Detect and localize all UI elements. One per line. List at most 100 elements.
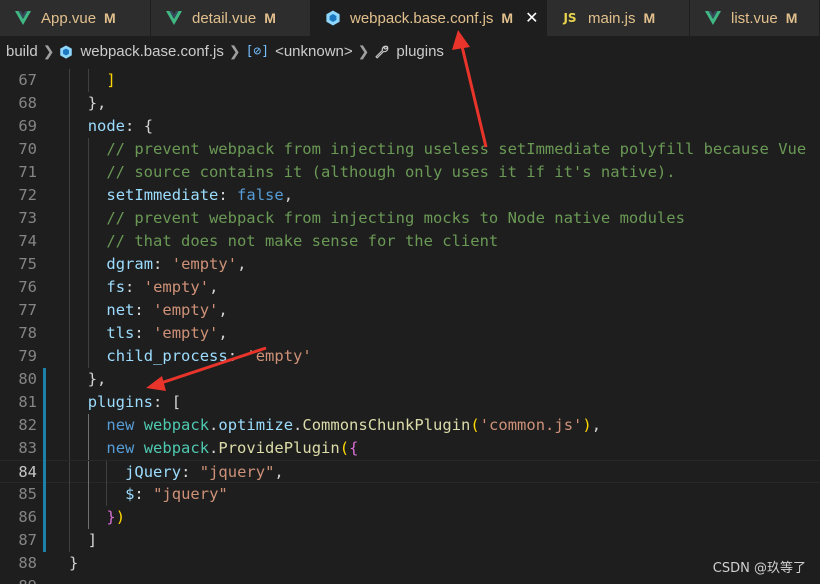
code-text: })	[106, 508, 126, 526]
code-editor[interactable]: 67 ] 68 }, 69 node: {70 // prevent webpack…	[0, 67, 820, 584]
line-number: 88	[18, 554, 37, 572]
chevron-right-icon: ❯	[42, 43, 55, 59]
modified-badge: M	[643, 10, 656, 26]
chevron-right-icon: ❯	[357, 43, 370, 59]
code-line[interactable]: 88}	[0, 552, 820, 575]
tab-list-vue[interactable]: list.vue M	[690, 0, 820, 36]
line-number: 81	[18, 393, 37, 411]
code-line[interactable]: 89	[0, 575, 820, 584]
vue-icon	[165, 9, 183, 27]
line-number: 75	[18, 255, 37, 273]
vue-icon	[14, 9, 32, 27]
line-number: 79	[18, 347, 37, 365]
breadcrumb-folder[interactable]: build	[6, 43, 38, 60]
code-line[interactable]: 67 ]	[0, 69, 820, 92]
chevron-right-icon: ❯	[228, 43, 241, 59]
code-text: // source contains it (although only use…	[106, 163, 676, 181]
code-line[interactable]: 84 jQuery: "jquery",	[0, 460, 820, 484]
line-number: 85	[18, 485, 37, 503]
code-line[interactable]: 72 setImmediate: false,	[0, 184, 820, 207]
code-text: // that does not make sense for the clie…	[106, 232, 499, 250]
code-line[interactable]: 85 $: "jquery"	[0, 483, 820, 506]
code-text: },	[87, 94, 107, 112]
line-number: 69	[18, 117, 37, 135]
code-line[interactable]: 87 ]	[0, 529, 820, 552]
code-line[interactable]: 69 node: {	[0, 115, 820, 138]
tab-main-js[interactable]: JS main.js M	[547, 0, 690, 36]
tab-label: webpack.base.conf.js	[350, 9, 494, 27]
close-icon[interactable]: ✕	[525, 8, 538, 28]
code-text: },	[87, 370, 107, 388]
code-text: plugins: [	[87, 393, 182, 411]
code-line[interactable]: 79 child_process: 'empty'	[0, 345, 820, 368]
code-text: }	[69, 554, 79, 572]
code-line[interactable]: 75 dgram: 'empty',	[0, 253, 820, 276]
tab-label: list.vue	[731, 9, 778, 27]
modified-badge: M	[264, 10, 276, 26]
tab-label: main.js	[588, 9, 636, 27]
code-text: node: {	[87, 117, 154, 135]
line-number: 82	[18, 416, 37, 434]
line-number: 83	[18, 439, 37, 457]
code-text: ]	[106, 71, 116, 89]
code-line[interactable]: 83 new webpack.ProvidePlugin({	[0, 437, 820, 460]
wrench-icon	[374, 44, 389, 59]
code-text: fs: 'empty',	[106, 278, 219, 296]
code-line[interactable]: 73 // prevent webpack from injecting moc…	[0, 207, 820, 230]
line-number: 67	[18, 71, 37, 89]
code-line[interactable]: 78 tls: 'empty',	[0, 322, 820, 345]
line-number: 73	[18, 209, 37, 227]
breadcrumb-file[interactable]: webpack.base.conf.js	[80, 43, 223, 60]
line-number: 84	[18, 463, 37, 481]
code-text: new webpack.ProvidePlugin({	[106, 439, 359, 457]
code-line[interactable]: 82 new webpack.optimize.CommonsChunkPlug…	[0, 414, 820, 437]
code-line[interactable]: 86 })	[0, 506, 820, 529]
code-line[interactable]: 80 },	[0, 368, 820, 391]
breadcrumb: build ❯ webpack.base.conf.js ❯ [⊘] <unkn…	[0, 36, 820, 67]
code-text: dgram: 'empty',	[106, 255, 247, 273]
modified-badge: M	[501, 10, 514, 26]
line-number: 72	[18, 186, 37, 204]
variable-icon: [⊘]	[245, 44, 270, 59]
line-number: 77	[18, 301, 37, 319]
tab-webpack-base-conf-js[interactable]: webpack.base.conf.js M ✕	[311, 0, 547, 36]
watermark: CSDN @玖等了	[712, 561, 806, 576]
line-number: 70	[18, 140, 37, 158]
line-number: 87	[18, 531, 37, 549]
code-text: tls: 'empty',	[106, 324, 228, 342]
editor-tab-bar: App.vue M detail.vue M webpack.base.conf…	[0, 0, 820, 36]
git-modified-indicator[interactable]	[43, 368, 46, 552]
code-line[interactable]: 77 net: 'empty',	[0, 299, 820, 322]
code-line[interactable]: 71 // source contains it (although only …	[0, 161, 820, 184]
line-number: 71	[18, 163, 37, 181]
webpack-icon	[325, 9, 341, 27]
code-text: new webpack.optimize.CommonsChunkPlugin(…	[106, 416, 602, 434]
line-number: 86	[18, 508, 37, 526]
line-number: 80	[18, 370, 37, 388]
js-icon: JS	[563, 11, 577, 25]
webpack-icon	[59, 44, 73, 59]
line-number: 68	[18, 94, 37, 112]
code-text: setImmediate: false,	[106, 186, 294, 204]
line-number: 76	[18, 278, 37, 296]
breadcrumb-symbol[interactable]: <unknown>	[275, 43, 353, 60]
line-number: 78	[18, 324, 37, 342]
tab-detail-vue[interactable]: detail.vue M	[151, 0, 311, 36]
code-text: ]	[87, 531, 98, 549]
code-text: // prevent webpack from injecting useles…	[106, 140, 807, 158]
vue-icon	[704, 9, 722, 27]
code-line[interactable]: 81 plugins: [	[0, 391, 820, 414]
code-line[interactable]: 76 fs: 'empty',	[0, 276, 820, 299]
tab-label: App.vue	[41, 9, 97, 27]
tab-app-vue[interactable]: App.vue M	[0, 0, 151, 36]
code-line[interactable]: 70 // prevent webpack from injecting use…	[0, 138, 820, 161]
modified-badge: M	[104, 10, 116, 26]
code-text: net: 'empty',	[106, 301, 228, 319]
breadcrumb-property[interactable]: plugins	[396, 43, 444, 60]
line-number: 89	[0, 575, 37, 584]
code-text: jQuery: "jquery",	[125, 463, 284, 481]
code-line[interactable]: 68 },	[0, 92, 820, 115]
code-line[interactable]: 74 // that does not make sense for the c…	[0, 230, 820, 253]
code-text: child_process: 'empty'	[106, 347, 312, 365]
code-text: // prevent webpack from injecting mocks …	[106, 209, 685, 227]
